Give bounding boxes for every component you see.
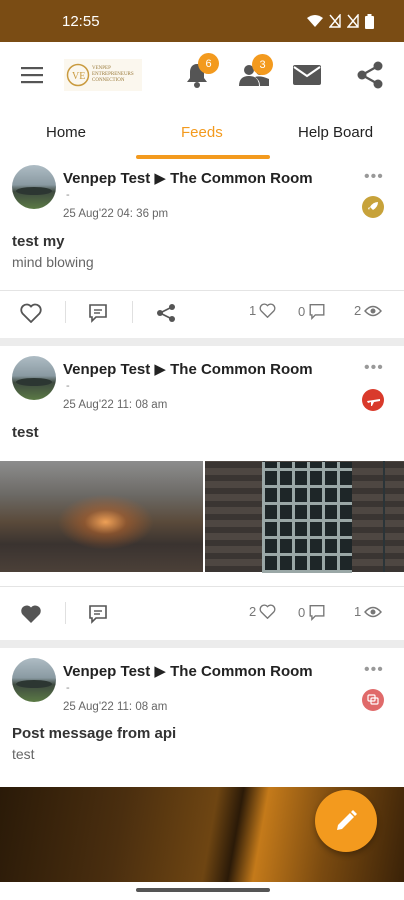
post-time: 25 Aug'22 11: 08 am [63,701,168,713]
comment-count-value: 0 [298,304,306,319]
battery-icon [365,13,374,29]
heart-outline-icon [259,604,276,619]
tab-bar: Home Feeds Help Board [0,108,404,160]
chat-bubbles-icon [362,689,384,711]
post-body: mind blowing [12,254,94,270]
divider [0,586,404,587]
post-time: 25 Aug'22 04: 36 pm [63,208,169,220]
like-count: 2 [249,604,276,619]
comment-count-value: 0 [298,605,306,620]
avatar[interactable] [12,356,56,400]
airplane-icon [362,389,384,411]
like-count: 1 [249,303,276,318]
wifi-icon [307,15,323,27]
signal-off-icon-2 [347,14,359,28]
comment-outline-icon [309,304,325,320]
post-actions: 1 0 2 [0,291,404,335]
tab-home[interactable]: Home [46,124,86,141]
notifications-badge: 6 [198,53,219,74]
comment-icon[interactable] [88,604,108,624]
like-count-value: 1 [249,303,257,318]
compose-post-button[interactable] [315,790,377,852]
tab-feeds[interactable]: Feeds [181,124,223,141]
comment-count: 0 [298,303,326,320]
logo-mark-icon: VE [66,63,90,87]
more-options-icon[interactable]: ••• [364,661,384,679]
share-icon[interactable] [156,303,176,323]
post-dash: - [66,380,70,392]
status-bar: 12:55 [0,0,404,42]
view-count-value: 2 [354,303,362,318]
mail-icon[interactable] [293,65,321,85]
separator [65,301,66,323]
separator [65,602,66,624]
eye-icon [364,305,383,316]
share-icon[interactable] [356,61,384,89]
heart-outline-icon [259,303,276,318]
status-icons [307,13,374,29]
more-options-icon[interactable]: ••• [364,168,384,186]
app-bar: VE VENPEP ENTREPRENEURS CONNECTION 6 3 [0,42,404,108]
comment-count: 0 [298,604,326,621]
like-count-value: 2 [249,604,257,619]
connections-badge: 3 [252,54,273,75]
menu-icon[interactable] [21,66,43,84]
heart-filled-icon[interactable] [20,604,42,624]
separator [132,301,133,323]
tab-indicator [136,155,270,159]
post-card[interactable]: Venpep Test ▶ The Common Room - 25 Aug'2… [0,160,404,338]
connections-button[interactable]: 3 [238,54,273,91]
post-author[interactable]: Venpep Test ▶ The Common Room [63,360,313,378]
comment-outline-icon [309,605,325,621]
post-title: Post message from api [12,725,177,742]
comment-icon[interactable] [88,303,108,323]
status-time: 12:55 [62,12,100,30]
eye-icon [364,606,383,617]
avatar[interactable] [12,658,56,702]
logo-text: VENPEP ENTREPRENEURS CONNECTION [92,66,134,83]
post-title: test my [12,233,65,250]
post-body: test [12,746,35,762]
view-count-value: 1 [354,604,362,619]
notifications-button[interactable]: 6 [185,53,219,93]
more-options-icon[interactable]: ••• [364,359,384,377]
post-dash: - [66,682,70,694]
avatar[interactable] [12,165,56,209]
home-indicator[interactable] [136,888,270,892]
app-logo[interactable]: VE VENPEP ENTREPRENEURS CONNECTION [64,59,142,91]
view-count: 1 [354,604,383,619]
svg-text:VE: VE [72,71,85,82]
post-time: 25 Aug'22 11: 08 am [63,399,168,411]
post-image-forest-road[interactable] [0,461,203,572]
system-nav-bar [0,882,404,900]
post-actions: 2 0 1 [0,592,404,636]
rocket-icon [362,196,384,218]
edit-icon [337,810,357,830]
post-dash: - [66,189,70,201]
signal-off-icon [329,14,341,28]
post-title: test [12,424,39,441]
post-author[interactable]: Venpep Test ▶ The Common Room [63,662,313,680]
post-author[interactable]: Venpep Test ▶ The Common Room [63,169,313,187]
tab-help-board[interactable]: Help Board [298,124,373,141]
window-bars [262,462,352,573]
view-count: 2 [354,303,383,318]
post-card[interactable]: Venpep Test ▶ The Common Room - 25 Aug'2… [0,648,404,787]
heart-icon[interactable] [20,303,42,323]
